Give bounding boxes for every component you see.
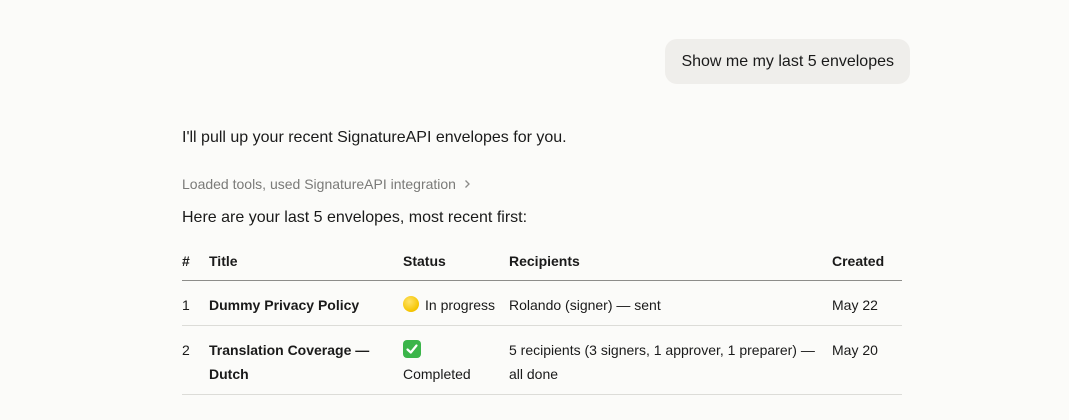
assistant-summary: Here are your last 5 envelopes, most rec… — [182, 209, 528, 226]
row-title: Dummy Privacy Policy — [209, 280, 403, 326]
green-check-icon — [403, 340, 421, 358]
envelopes-table: # Title Status Recipients Created 1 Dumm… — [182, 244, 902, 395]
assistant-intro: I'll pull up your recent SignatureAPI en… — [182, 129, 567, 146]
header-title: Title — [209, 244, 403, 281]
header-created: Created — [832, 244, 902, 281]
row-recipients: 5 recipients (3 signers, 1 approver, 1 p… — [509, 325, 832, 395]
chat-page: Show me my last 5 envelopes I'll pull up… — [0, 0, 1069, 420]
user-message-text: Show me my last 5 envelopes — [681, 52, 894, 70]
tool-usage-label: Loaded tools, used SignatureAPI integrat… — [182, 176, 456, 192]
row-created: May 22 — [832, 280, 902, 326]
header-num: # — [182, 244, 209, 281]
chevron-right-icon — [462, 179, 472, 189]
row-recipients: Rolando (signer) — sent — [509, 280, 832, 326]
user-message-bubble: Show me my last 5 envelopes — [665, 39, 910, 84]
table-header-row: # Title Status Recipients Created — [182, 244, 902, 281]
row-status: In progress — [403, 280, 509, 326]
table-row: 1 Dummy Privacy Policy In progress Rolan… — [182, 280, 902, 326]
row-num: 2 — [182, 325, 209, 395]
row-num: 1 — [182, 280, 209, 326]
table-row: 2 Translation Coverage — Dutch Completed… — [182, 325, 902, 395]
tool-usage-toggle[interactable]: Loaded tools, used SignatureAPI integrat… — [182, 176, 472, 192]
row-title: Translation Coverage — Dutch — [209, 325, 403, 395]
row-created: May 20 — [832, 325, 902, 395]
row-status: Completed — [403, 325, 509, 395]
header-status: Status — [403, 244, 509, 281]
yellow-circle-icon — [403, 296, 419, 312]
header-recipients: Recipients — [509, 244, 832, 281]
